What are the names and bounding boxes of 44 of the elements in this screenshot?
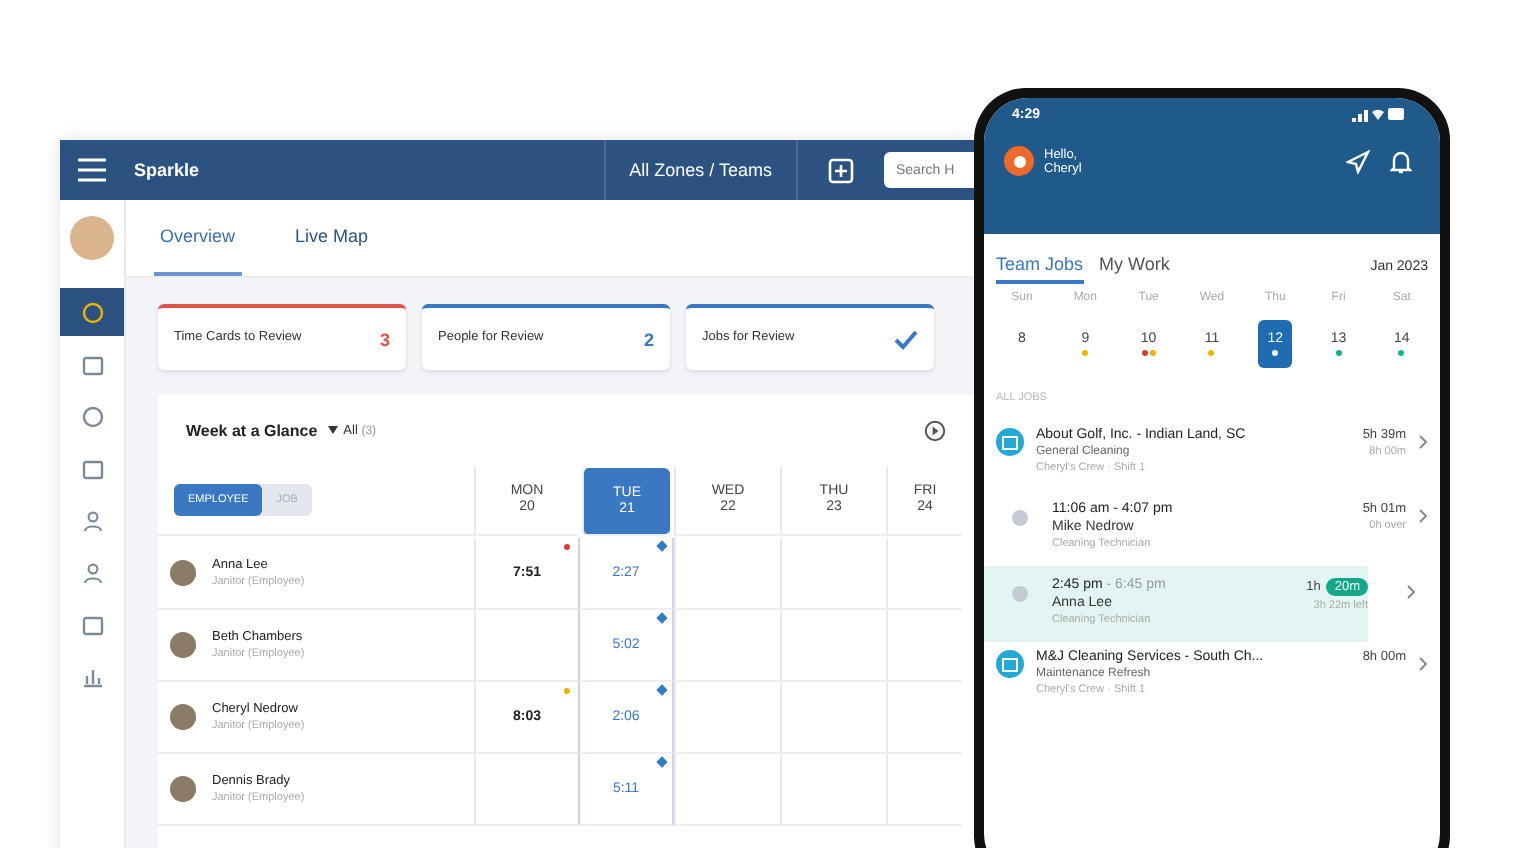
user-avatar	[70, 216, 114, 260]
chevron-icon	[1406, 584, 1416, 600]
schedule-cell[interactable]	[674, 754, 780, 826]
schedule-cell[interactable]	[886, 610, 962, 682]
status-icons	[1352, 106, 1404, 122]
schedule-cell[interactable]	[474, 610, 578, 682]
app-title: Sparkle	[134, 160, 202, 180]
send-icon[interactable]	[1346, 149, 1370, 173]
card-count: 3	[379, 329, 390, 349]
add-icon[interactable]	[828, 157, 854, 183]
phone-tab[interactable]: My Work	[1099, 254, 1170, 284]
schedule-cell[interactable]	[474, 754, 578, 826]
phone-tab[interactable]: Team Jobs	[996, 254, 1084, 284]
schedule-cell[interactable]	[780, 610, 886, 682]
panel-title: Week at a Glance	[186, 421, 318, 439]
chevron-icon	[1418, 656, 1428, 672]
paw-logo-icon	[1004, 146, 1034, 176]
checkmark-icon	[894, 329, 918, 349]
person-icon	[81, 509, 103, 531]
bar-chart-icon	[81, 665, 103, 687]
card-count: 2	[643, 329, 654, 349]
menu-icon[interactable]	[78, 158, 106, 182]
chevron-icon	[1418, 434, 1428, 450]
sidebar-item[interactable]	[60, 288, 124, 336]
bell-icon[interactable]	[1390, 149, 1412, 173]
schedule-cell[interactable]	[886, 682, 962, 754]
schedule-cell[interactable]	[780, 538, 886, 610]
nav-tab[interactable]: Live Map	[289, 200, 375, 276]
caret-icon	[327, 426, 338, 434]
play-icon[interactable]	[924, 419, 946, 441]
avatar-circle	[170, 776, 196, 802]
avatar-circle	[170, 704, 196, 730]
avatar-circle	[170, 632, 196, 658]
schedule-cell[interactable]	[674, 610, 780, 682]
chevron-icon	[1418, 508, 1428, 524]
avatar-circle	[170, 560, 196, 586]
schedule-cell[interactable]	[780, 754, 886, 826]
zone-selector[interactable]: All Zones / Teams	[603, 140, 798, 200]
schedule-cell[interactable]	[674, 682, 780, 754]
schedule-cell[interactable]	[886, 538, 962, 610]
schedule-cell[interactable]	[780, 682, 886, 754]
schedule-cell[interactable]	[886, 754, 962, 826]
schedule-cell[interactable]	[674, 538, 780, 610]
people-icon	[81, 561, 103, 583]
